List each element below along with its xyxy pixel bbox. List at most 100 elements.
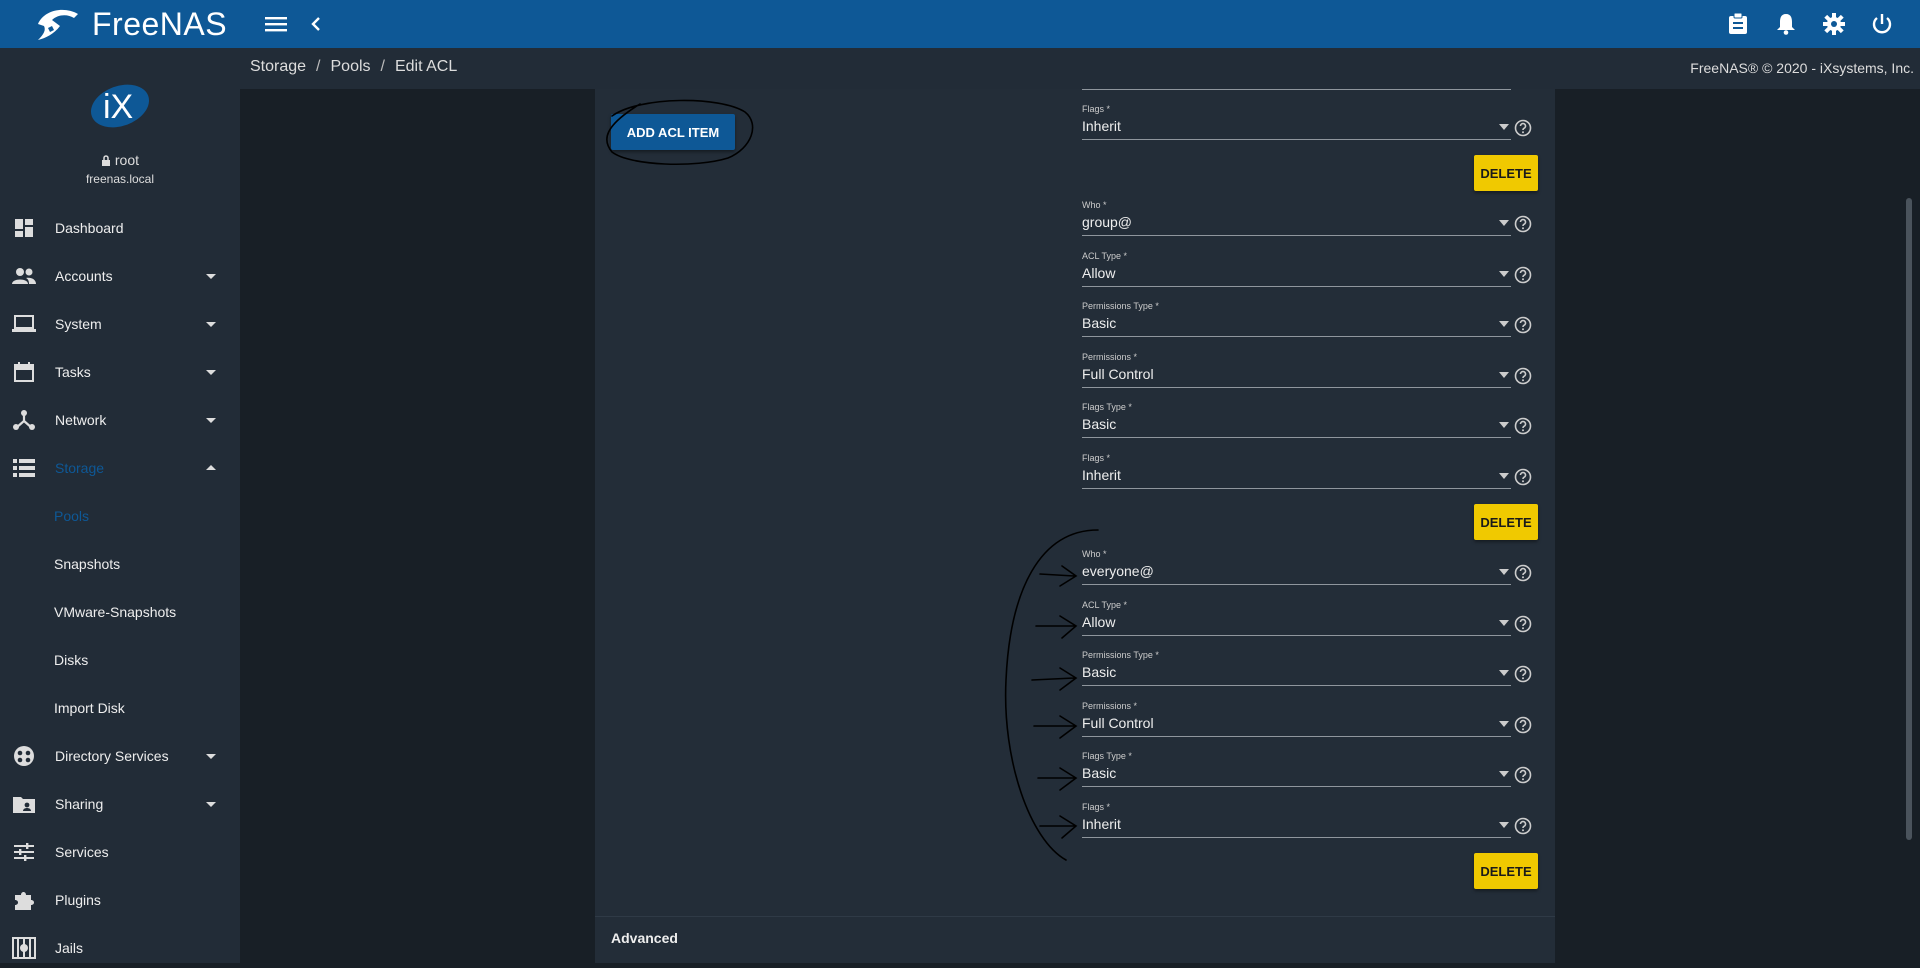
help-icon[interactable] [1514,468,1532,486]
help-icon[interactable] [1514,564,1532,582]
field-underline [1082,786,1511,787]
field-underline [1082,685,1511,686]
svg-text:iX: iX [103,88,133,126]
sidebar-item-jails[interactable]: Jails [0,928,240,968]
sidebar-item-directory-services[interactable]: Directory Services [0,736,240,776]
flags-select[interactable]: Flags * Inherit [1082,453,1532,499]
advanced-section-toggle[interactable]: Advanced [611,930,678,946]
caret-down-icon [1499,771,1509,777]
field-value: Inherit [1082,467,1121,483]
caret-up-icon [206,465,216,470]
app-name: FreeNAS [92,5,228,42]
sidebar-item-tasks[interactable]: Tasks [0,352,240,392]
caret-down-icon [206,802,216,807]
delete-button[interactable]: DELETE [1474,504,1538,540]
sidebar-item-system[interactable]: System [0,304,240,344]
sidebar-subitem-import-disk[interactable]: Import Disk [0,688,240,728]
field-value: Inherit [1082,816,1121,832]
field-value: Inherit [1082,118,1121,134]
field-value: Full Control [1082,715,1154,731]
sidebar-item-plugins[interactable]: Plugins [0,880,240,920]
field-value: Allow [1082,265,1116,281]
clipboard-icon[interactable] [1726,12,1750,36]
field-value: Basic [1082,416,1117,432]
help-icon[interactable] [1514,615,1532,633]
permissions-type-select[interactable]: Permissions Type * Basic [1082,301,1532,347]
sidebar-item-storage[interactable]: Storage [0,448,240,488]
breadcrumb-bar: Storage / Pools / Edit ACL FreeNAS® © 20… [240,48,1920,89]
power-icon[interactable] [1870,12,1894,36]
breadcrumb-pools[interactable]: Pools [331,58,371,76]
caret-down-icon [206,274,216,279]
flags-select[interactable]: Flags * Inherit [1082,802,1532,848]
caret-down-icon [1499,271,1509,277]
acl-type-select[interactable]: ACL Type * Allow [1082,251,1532,297]
field-value: Full Control [1082,366,1154,382]
help-icon[interactable] [1514,817,1532,835]
who-select[interactable]: Who * group@ [1082,200,1532,246]
sidebar-item-dashboard[interactable]: Dashboard [0,208,240,248]
field-label: Flags * [1082,104,1111,114]
freenas-logo[interactable]: FreeNAS [34,4,227,44]
accounts-icon [12,264,36,288]
sidebar-item-services[interactable]: Services [0,832,240,872]
permissions-type-select[interactable]: Permissions Type * Basic [1082,650,1532,696]
add-acl-item-button[interactable]: ADD ACL ITEM [611,114,735,150]
sidebar-item-label: Sharing [55,796,104,812]
help-icon[interactable] [1514,266,1532,284]
delete-button[interactable]: DELETE [1474,155,1538,191]
lock-icon [101,155,110,166]
top-bar: FreeNAS [0,0,1920,48]
calendar-icon [12,360,36,384]
sidebar-item-accounts[interactable]: Accounts [0,256,240,296]
caret-down-icon [1499,321,1509,327]
breadcrumb-separator: / [380,58,385,75]
help-icon[interactable] [1514,716,1532,734]
help-icon[interactable] [1514,766,1532,784]
flags-type-select[interactable]: Flags Type * Basic [1082,751,1532,797]
field-label: Flags * [1082,802,1111,812]
laptop-icon [12,312,36,336]
sidebar-item-sharing[interactable]: Sharing [0,784,240,824]
help-icon[interactable] [1514,119,1532,137]
user-block: iX root freenas.local [0,48,240,198]
help-icon[interactable] [1514,417,1532,435]
sidebar-subitem-label: Pools [54,508,90,524]
field-value: Basic [1082,765,1117,781]
field-underline [1082,437,1511,438]
hamburger-icon[interactable] [264,12,288,36]
sidebar-subitem-label: Snapshots [54,556,121,572]
section-divider [595,916,1555,917]
gear-icon[interactable] [1822,12,1846,36]
help-icon[interactable] [1514,665,1532,683]
acl-type-select[interactable]: ACL Type * Allow [1082,600,1532,646]
caret-down-icon [1499,473,1509,479]
help-icon[interactable] [1514,215,1532,233]
permissions-select[interactable]: Permissions * Full Control [1082,701,1532,747]
help-icon[interactable] [1514,367,1532,385]
scrollbar[interactable] [1906,198,1912,840]
permissions-select[interactable]: Permissions * Full Control [1082,352,1532,398]
flags-select[interactable]: Flags * Inherit [1082,104,1532,150]
chevron-left-icon[interactable] [304,12,328,36]
sidebar-item-label: Dashboard [55,220,124,236]
field-label: Flags Type * [1082,402,1132,412]
sidebar-subitem-vmware-snapshots[interactable]: VMware-Snapshots [0,592,240,632]
breadcrumb-storage[interactable]: Storage [250,58,306,76]
sidebar-item-network[interactable]: Network [0,400,240,440]
delete-button[interactable]: DELETE [1474,853,1538,889]
who-select[interactable]: Who * everyone@ [1082,549,1532,595]
bell-icon[interactable] [1774,12,1798,36]
help-icon[interactable] [1514,316,1532,334]
network-icon [12,408,36,432]
flags-type-select[interactable]: Flags Type * Basic [1082,402,1532,448]
caret-down-icon [1499,124,1509,130]
sidebar-item-label: System [55,316,102,332]
sidebar-subitem-snapshots[interactable]: Snapshots [0,544,240,584]
sidebar-subitem-label: Disks [54,652,89,668]
field-underline [1082,635,1511,636]
sidebar-subitem-pools[interactable]: Pools [0,496,240,536]
field-value: Basic [1082,315,1117,331]
sidebar-subitem-disks[interactable]: Disks [0,640,240,680]
storage-icon [12,456,36,480]
